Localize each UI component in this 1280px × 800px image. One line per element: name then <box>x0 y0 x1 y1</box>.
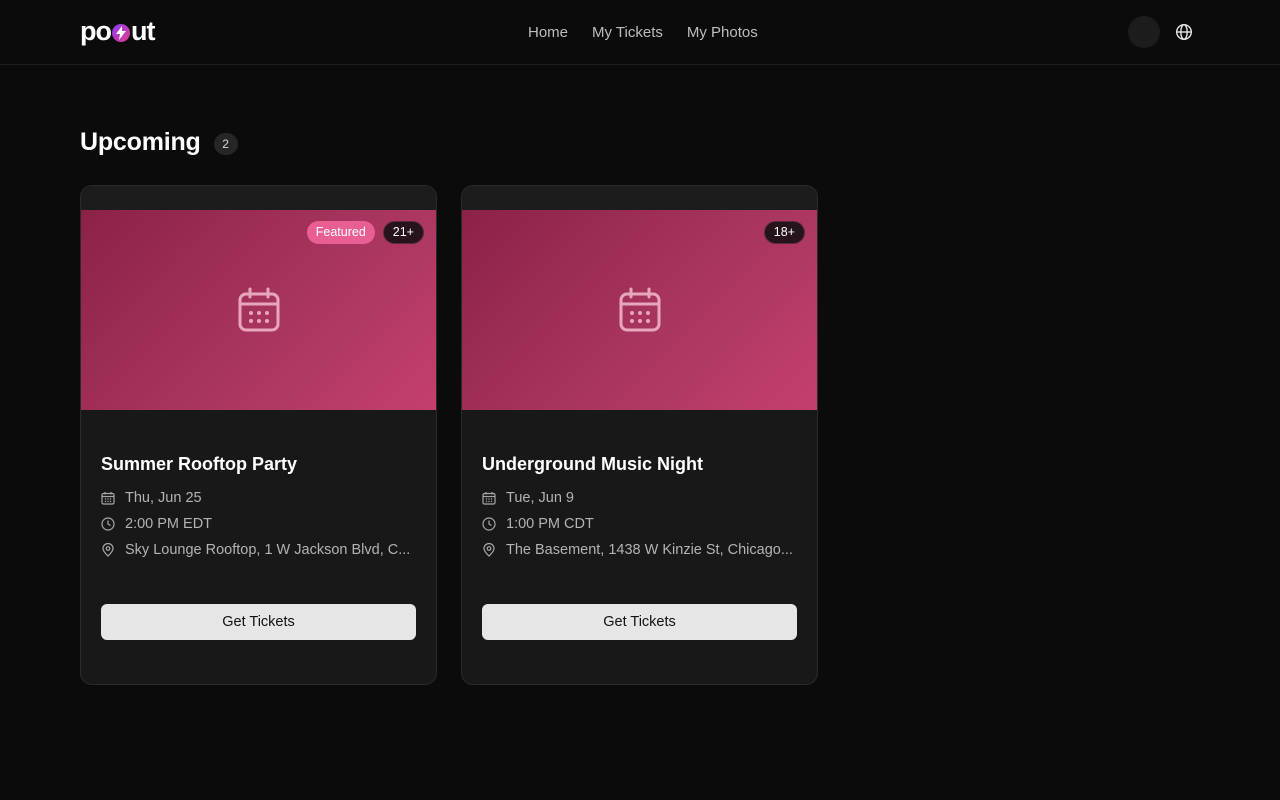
event-banner: Featured 21+ <box>81 210 436 410</box>
calendar-placeholder-icon <box>238 287 279 332</box>
main-nav: Home My Tickets My Photos <box>528 24 758 41</box>
get-tickets-button[interactable]: Get Tickets <box>101 604 416 640</box>
event-location: The Basement, 1438 W Kinzie St, Chicago.… <box>506 542 793 558</box>
map-pin-icon <box>102 543 114 557</box>
clock-icon <box>101 517 115 531</box>
event-location-row: The Basement, 1438 W Kinzie St, Chicago.… <box>482 541 797 559</box>
event-time-row: 1:00 PM CDT <box>482 515 797 533</box>
event-badges: Featured 21+ <box>306 221 424 244</box>
globe-icon[interactable] <box>1175 23 1193 41</box>
clock-icon <box>482 517 496 531</box>
event-date-row: Tue, Jun 9 <box>482 489 797 507</box>
event-title[interactable]: Underground Music Night <box>482 454 797 475</box>
calendar-icon <box>101 492 115 505</box>
calendar-placeholder-icon <box>619 287 660 332</box>
top-navigation-bar: po ut Home My Tickets My Photos <box>0 0 1280 65</box>
map-pin-icon <box>483 543 495 557</box>
event-count-badge: 2 <box>213 133 238 155</box>
event-time: 1:00 PM CDT <box>506 516 594 532</box>
featured-badge: Featured <box>306 221 375 244</box>
nav-my-tickets-link[interactable]: My Tickets <box>592 24 663 41</box>
popout-logo[interactable]: po ut <box>80 15 156 46</box>
event-card-body: Summer Rooftop Party Thu, Jun 25 2:00 PM… <box>81 410 436 559</box>
logo-text-right: ut <box>131 15 156 46</box>
logo-bolt-icon <box>112 24 130 42</box>
nav-my-photos-link[interactable]: My Photos <box>687 24 758 41</box>
upcoming-section-header: Upcoming 2 <box>80 128 238 157</box>
age-restriction-badge: 21+ <box>382 221 424 244</box>
event-time-row: 2:00 PM EDT <box>101 515 416 533</box>
logo-text-left: po <box>80 15 112 46</box>
event-card[interactable]: 18+ Underground Music Night Tue, Jun 9 1… <box>461 185 818 685</box>
get-tickets-button[interactable]: Get Tickets <box>482 604 797 640</box>
section-title: Upcoming <box>80 128 201 156</box>
event-date-row: Thu, Jun 25 <box>101 489 416 507</box>
event-location: Sky Lounge Rooftop, 1 W Jackson Blvd, C.… <box>125 542 411 558</box>
event-badges: 18+ <box>763 221 805 244</box>
card-top-strip <box>462 186 817 210</box>
card-top-strip <box>81 186 436 210</box>
nav-home-link[interactable]: Home <box>528 24 568 41</box>
event-time: 2:00 PM EDT <box>125 516 213 532</box>
event-card-body: Underground Music Night Tue, Jun 9 1:00 … <box>462 410 817 559</box>
event-date: Thu, Jun 25 <box>125 490 202 506</box>
user-avatar[interactable] <box>1128 16 1160 48</box>
calendar-icon <box>482 492 496 505</box>
age-restriction-badge: 18+ <box>763 221 805 244</box>
event-location-row: Sky Lounge Rooftop, 1 W Jackson Blvd, C.… <box>101 541 416 559</box>
event-banner: 18+ <box>462 210 817 410</box>
event-date: Tue, Jun 9 <box>506 490 574 506</box>
event-card[interactable]: Featured 21+ Summer Rooftop Party Thu, J… <box>80 185 437 685</box>
event-title[interactable]: Summer Rooftop Party <box>101 454 416 475</box>
